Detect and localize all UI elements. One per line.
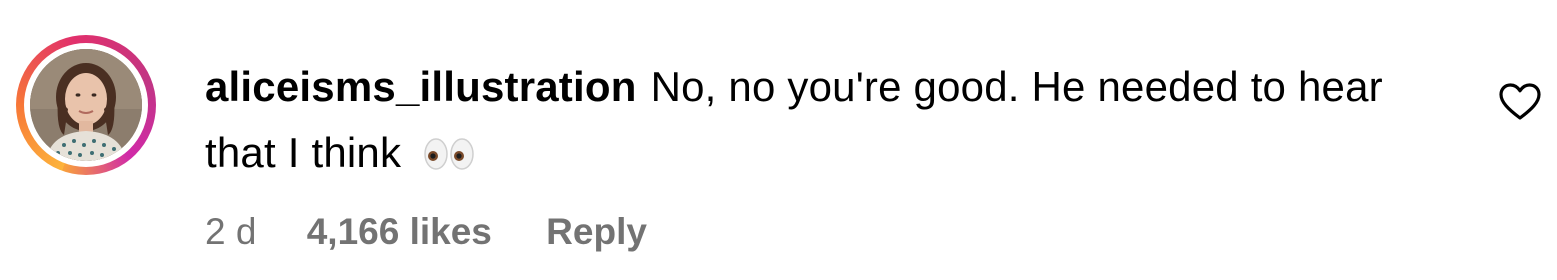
comment-meta: 2 d 4,166 likes Reply xyxy=(205,208,647,256)
story-ring[interactable] xyxy=(16,35,156,175)
heart-outline-icon xyxy=(1499,83,1541,120)
likes-count[interactable]: 4,166 likes xyxy=(307,208,492,256)
comment-timestamp[interactable]: 2 d xyxy=(205,208,256,256)
avatar-image xyxy=(30,49,142,161)
comment-username[interactable]: aliceisms_illustration xyxy=(205,63,637,110)
reply-button[interactable]: Reply xyxy=(546,208,647,256)
comment-body: aliceisms_illustration No, no you're good… xyxy=(205,54,1435,190)
like-button[interactable] xyxy=(1498,82,1542,122)
comment-item: aliceisms_illustration No, no you're good… xyxy=(0,0,1557,280)
avatar-border xyxy=(24,43,148,167)
eyes-emoji-icon xyxy=(423,124,475,190)
avatar[interactable] xyxy=(30,49,142,161)
